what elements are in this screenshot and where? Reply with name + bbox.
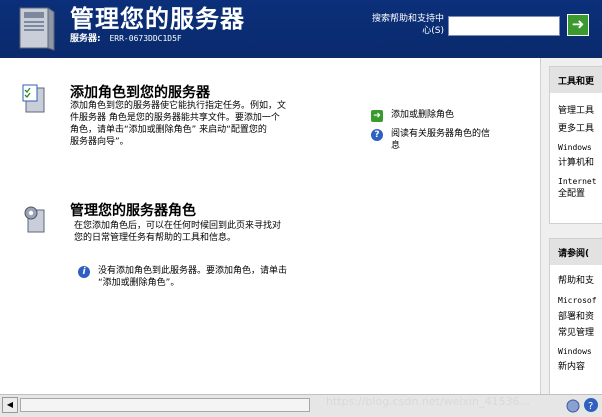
search-input[interactable] bbox=[448, 16, 560, 36]
see-also-link-deploy[interactable]: 部署和资 bbox=[550, 311, 602, 324]
search-label-line2: 心(S) bbox=[422, 26, 444, 36]
read-about-roles-line: 息 bbox=[391, 141, 401, 151]
scroll-left-button[interactable]: ◀ bbox=[2, 397, 18, 413]
add-role-desc-line: 添加角色到您的服务器使它能执行指定任务。例如，文 bbox=[70, 101, 287, 111]
right-panel: 工具和更 管理工具 更多工具 Windows 计算机和 Internet 全配置… bbox=[540, 58, 602, 400]
no-roles-info-line: 没有添加角色到此服务器。要添加角色，请单击 bbox=[98, 266, 288, 276]
manage-roles-title: 管理您的服务器角色 bbox=[70, 203, 196, 219]
see-also-panel: 请参阅( 帮助和支 Microsof 部署和资 常见管理 Windows 新内容 bbox=[549, 238, 602, 400]
page-title: 管理您的服务器 bbox=[70, 5, 245, 33]
green-arrow-icon: ➜ bbox=[571, 15, 585, 33]
see-also-link-whats-new[interactable]: 新内容 bbox=[550, 361, 602, 374]
see-also-panel-title: 请参阅( bbox=[550, 239, 602, 265]
see-also-link-windows[interactable]: Windows bbox=[550, 345, 602, 358]
see-also-link-help[interactable]: 帮助和支 bbox=[550, 275, 602, 288]
tools-link-computer[interactable]: 计算机和 bbox=[550, 157, 602, 170]
add-remove-role-link[interactable]: ➜ 添加或删除角色 bbox=[371, 109, 531, 123]
add-role-desc-line: 服务器向导”。 bbox=[70, 137, 129, 147]
server-info: 服务器: ERR-0673DDC1D5F bbox=[70, 31, 182, 44]
tools-panel: 工具和更 管理工具 更多工具 Windows 计算机和 Internet 全配置 bbox=[549, 66, 602, 224]
search-go-button[interactable]: ➜ bbox=[567, 14, 589, 36]
manage-roles-desc-line: 您的日常管理任务有帮助的工具和信息。 bbox=[74, 233, 237, 243]
svg-text:?: ? bbox=[588, 401, 593, 412]
tools-link-windows[interactable]: Windows bbox=[550, 141, 602, 154]
scroll-thumb[interactable] bbox=[20, 398, 310, 412]
green-arrow-icon: ➜ bbox=[371, 110, 383, 122]
read-about-roles-label: 阅读有关服务器角色的信 息 bbox=[391, 128, 490, 152]
tools-link-admin[interactable]: 管理工具 bbox=[550, 105, 602, 118]
info-icon: i bbox=[78, 266, 90, 278]
add-role-description: 添加角色到您的服务器使它能执行指定任务。例如，文 件服务器 角色是您的服务器能共… bbox=[70, 100, 286, 148]
search-label: 搜索帮助和支持中 心(S) bbox=[338, 13, 444, 37]
see-also-link-microsoft[interactable]: Microsof bbox=[550, 294, 602, 307]
see-also-link-common[interactable]: 常见管理 bbox=[550, 327, 602, 340]
main-content: 添加角色到您的服务器 添加角色到您的服务器使它能执行指定任务。例如，文 件服务器… bbox=[0, 58, 540, 394]
add-role-title: 添加角色到您的服务器 bbox=[70, 85, 210, 101]
manage-roles-description: 在您添加角色后，可以在任何时候回到此页来寻找对 您的日常管理任务有帮助的工具和信… bbox=[74, 220, 281, 244]
watermark: https://blog.csdn.net/weixin_41536... bbox=[326, 395, 531, 408]
no-roles-info-line: “添加或删除角色”。 bbox=[98, 278, 180, 288]
server-name: ERR-0673DDC1D5F bbox=[109, 34, 182, 43]
add-remove-role-label: 添加或删除角色 bbox=[391, 110, 455, 120]
tools-link-more[interactable]: 更多工具 bbox=[550, 123, 602, 136]
read-about-roles-link[interactable]: ? 阅读有关服务器角色的信 息 bbox=[371, 128, 531, 154]
server-icon bbox=[19, 7, 55, 51]
server-gear-icon bbox=[24, 206, 45, 233]
tray-icons: ? bbox=[566, 398, 598, 413]
tools-panel-title: 工具和更 bbox=[550, 67, 602, 93]
tools-link-security-config[interactable]: 全配置 bbox=[550, 188, 602, 201]
help-icon: ? bbox=[371, 129, 383, 141]
search-label-line1: 搜索帮助和支持中 bbox=[371, 14, 444, 24]
no-roles-info: i 没有添加角色到此服务器。要添加角色，请单击 “添加或删除角色”。 bbox=[78, 265, 378, 291]
read-about-roles-line: 阅读有关服务器角色的信 bbox=[391, 129, 491, 139]
manage-roles-desc-line: 在您添加角色后，可以在任何时候回到此页来寻找对 bbox=[74, 221, 282, 231]
add-role-desc-line: 件服务器 角色是您的服务器能共享文件。要添加一个 bbox=[70, 113, 280, 123]
header-bar: 管理您的服务器 服务器: ERR-0673DDC1D5F 搜索帮助和支持中 心(… bbox=[0, 0, 602, 58]
server-checklist-icon bbox=[22, 84, 45, 113]
server-label: 服务器: bbox=[70, 34, 101, 44]
no-roles-info-text: 没有添加角色到此服务器。要添加角色，请单击 “添加或删除角色”。 bbox=[98, 265, 287, 289]
add-role-desc-line: 角色，请单击“添加或删除角色” 来启动“配置您的 bbox=[70, 125, 267, 135]
tools-link-internet[interactable]: Internet bbox=[550, 175, 602, 188]
